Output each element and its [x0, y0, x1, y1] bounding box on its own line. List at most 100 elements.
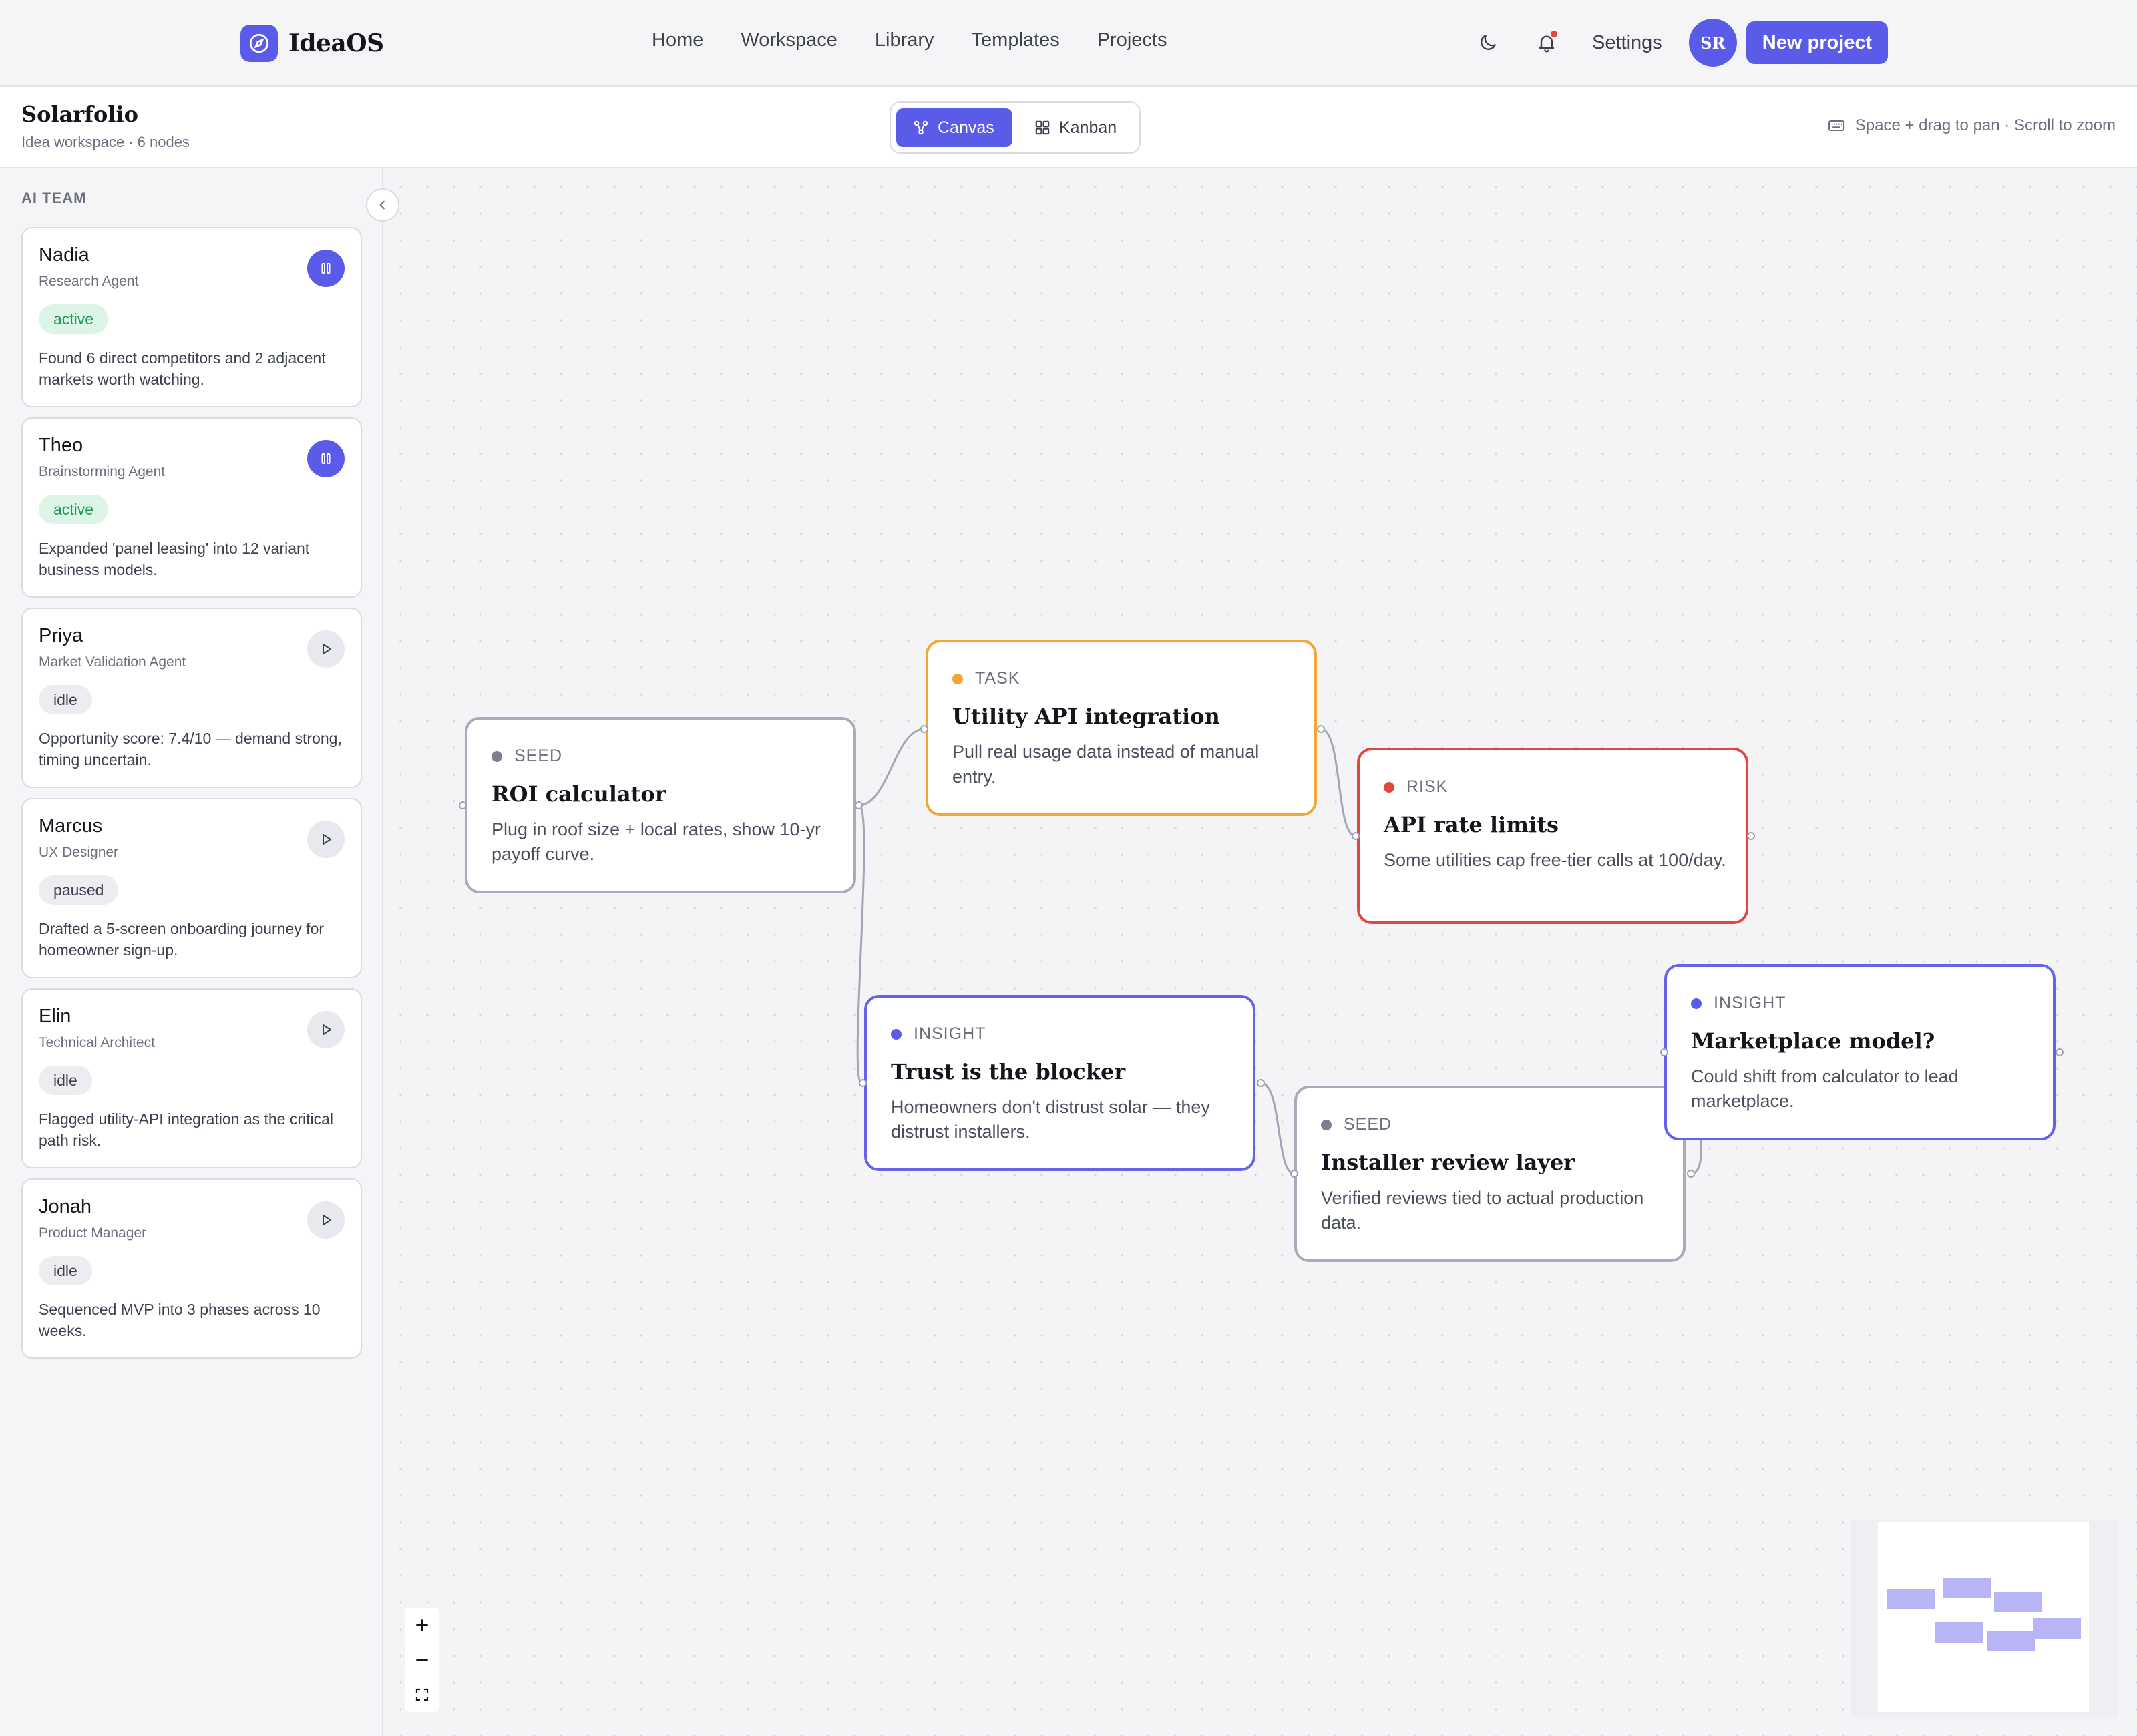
nav-library[interactable]: Library	[875, 29, 934, 51]
new-project-button[interactable]: New project	[1746, 21, 1889, 64]
node-type-dot	[891, 1028, 902, 1040]
node-port[interactable]	[1290, 1170, 1298, 1178]
tab-kanban[interactable]: Kanban	[1018, 108, 1133, 147]
node-port[interactable]	[459, 801, 467, 809]
tab-canvas[interactable]: Canvas	[896, 108, 1012, 147]
agent-note: Expanded 'panel leasing' into 12 variant…	[39, 539, 310, 578]
agent-role: Market Validation Agent	[39, 654, 186, 670]
minimap-node	[1935, 1622, 1983, 1643]
node-port[interactable]	[1747, 832, 1755, 840]
minimap-node	[1943, 1578, 1991, 1598]
minimap-node	[1987, 1631, 2035, 1651]
nav-templates[interactable]: Templates	[972, 29, 1060, 51]
nodes-icon	[914, 120, 928, 135]
zoom-controls	[405, 1608, 439, 1712]
node-type-label: INSIGHT	[1691, 994, 1786, 1013]
agent-name: Marcus	[39, 815, 103, 837]
start-agent-button[interactable]	[307, 1011, 345, 1048]
node-type-text: RISK	[1406, 777, 1448, 796]
node-title: ROI calculator	[492, 781, 666, 807]
nav-projects[interactable]: Projects	[1097, 29, 1167, 51]
node-marketplace-model[interactable]: INSIGHT Marketplace model? Could shift f…	[1664, 964, 2056, 1140]
node-port[interactable]	[1660, 1048, 1668, 1056]
workspace-title: Solarfolio	[21, 101, 138, 127]
agent-note: Sequenced MVP into 3 phases across 10 we…	[39, 1301, 321, 1339]
agent-note: Found 6 direct competitors and 2 adjacen…	[39, 349, 326, 388]
node-type-dot	[952, 673, 963, 684]
agent-card-theo[interactable]: Theo Brainstorming Agent active Expanded…	[21, 417, 362, 598]
pause-icon	[321, 453, 331, 464]
chevron-left-icon	[379, 200, 385, 210]
node-description: Some utilities cap free-tier calls at 10…	[1384, 850, 1726, 870]
agent-card-marcus[interactable]: Marcus UX Designer paused Drafted a 5-sc…	[21, 798, 362, 978]
node-installer-review-layer[interactable]: SEED Installer review layer Verified rev…	[1294, 1086, 1686, 1262]
node-port[interactable]	[1317, 725, 1325, 733]
brand[interactable]: IdeaOS	[240, 24, 384, 63]
top-navigation: IdeaOS Home Workspace Library Templates …	[0, 0, 2137, 87]
start-agent-button[interactable]	[307, 1201, 345, 1239]
nav-workspace[interactable]: Workspace	[741, 29, 837, 51]
status-badge: idle	[39, 1066, 92, 1095]
agent-note: Flagged utility-API integration as the c…	[39, 1110, 334, 1149]
idea-canvas[interactable]	[385, 168, 2137, 1736]
node-type-label: SEED	[1321, 1115, 1392, 1134]
node-type-dot	[1384, 781, 1394, 793]
node-title: Marketplace model?	[1691, 1028, 1935, 1054]
node-type-text: SEED	[1344, 1115, 1392, 1134]
agent-card-nadia[interactable]: Nadia Research Agent active Found 6 dire…	[21, 227, 362, 407]
status-badge: active	[39, 495, 109, 524]
app-name: IdeaOS	[288, 29, 384, 57]
minimap-viewport[interactable]	[1878, 1522, 2089, 1712]
node-port[interactable]	[1687, 1170, 1695, 1178]
node-type-label: TASK	[952, 669, 1020, 688]
node-port[interactable]	[1257, 1079, 1265, 1087]
minimap-node	[1994, 1592, 2042, 1612]
node-utility-api-integration[interactable]: TASK Utility API integration Pull real u…	[926, 640, 1317, 816]
collapse-sidebar-button[interactable]	[366, 188, 399, 222]
node-type-label: INSIGHT	[891, 1024, 986, 1044]
node-type-label: RISK	[1384, 777, 1448, 797]
node-type-text: INSIGHT	[914, 1024, 986, 1043]
minus-icon	[416, 1659, 428, 1661]
node-type-text: INSIGHT	[1714, 994, 1786, 1012]
node-api-rate-limits[interactable]: RISK API rate limits Some utilities cap …	[1357, 748, 1748, 924]
node-port[interactable]	[920, 725, 928, 733]
node-port[interactable]	[2056, 1048, 2064, 1056]
plus-icon	[416, 1619, 428, 1631]
node-roi-calculator[interactable]: SEED ROI calculator Plug in roof size + …	[465, 717, 856, 893]
node-port[interactable]	[1352, 832, 1360, 840]
node-type-text: SEED	[514, 746, 563, 765]
status-badge: active	[39, 304, 109, 334]
node-description: Could shift from calculator to lead mark…	[1691, 1066, 1959, 1111]
agent-role: UX Designer	[39, 845, 119, 860]
node-port[interactable]	[855, 801, 863, 809]
workspace-header: Solarfolio Idea workspace · 6 nodes Canv…	[0, 87, 2137, 168]
main-nav: Home Workspace Library Templates Project…	[652, 29, 1167, 51]
start-agent-button[interactable]	[307, 630, 345, 668]
node-title: Installer review layer	[1321, 1150, 1575, 1175]
settings-link[interactable]: Settings	[1592, 32, 1662, 54]
node-port[interactable]	[859, 1079, 867, 1087]
pause-agent-button[interactable]	[307, 440, 345, 477]
notifications-button[interactable]	[1525, 21, 1568, 64]
node-type-dot	[492, 750, 502, 762]
view-toggle: Canvas Kanban	[890, 101, 1141, 154]
node-title: Trust is the blocker	[891, 1059, 1126, 1084]
agent-name: Priya	[39, 625, 83, 646]
play-icon	[323, 1215, 331, 1225]
canvas-minimap[interactable]	[1851, 1520, 2118, 1717]
agent-card-elin[interactable]: Elin Technical Architect idle Flagged ut…	[21, 988, 362, 1168]
zoom-out-button[interactable]	[405, 1643, 439, 1677]
dark-mode-toggle[interactable]	[1467, 21, 1509, 64]
nav-home[interactable]: Home	[652, 29, 703, 51]
user-avatar[interactable]: SR	[1688, 19, 1737, 67]
agent-card-jonah[interactable]: Jonah Product Manager idle Sequenced MVP…	[21, 1178, 362, 1359]
start-agent-button[interactable]	[307, 821, 345, 858]
agent-card-priya[interactable]: Priya Market Validation Agent idle Oppor…	[21, 608, 362, 788]
node-trust-is-the-blocker[interactable]: INSIGHT Trust is the blocker Homeowners …	[864, 995, 1255, 1171]
pause-agent-button[interactable]	[307, 250, 345, 287]
canvas-hint: Space + drag to pan · Scroll to zoom	[1827, 116, 2116, 135]
fit-view-button[interactable]	[405, 1677, 439, 1712]
zoom-in-button[interactable]	[405, 1608, 439, 1643]
compass-logo-icon	[240, 25, 278, 62]
